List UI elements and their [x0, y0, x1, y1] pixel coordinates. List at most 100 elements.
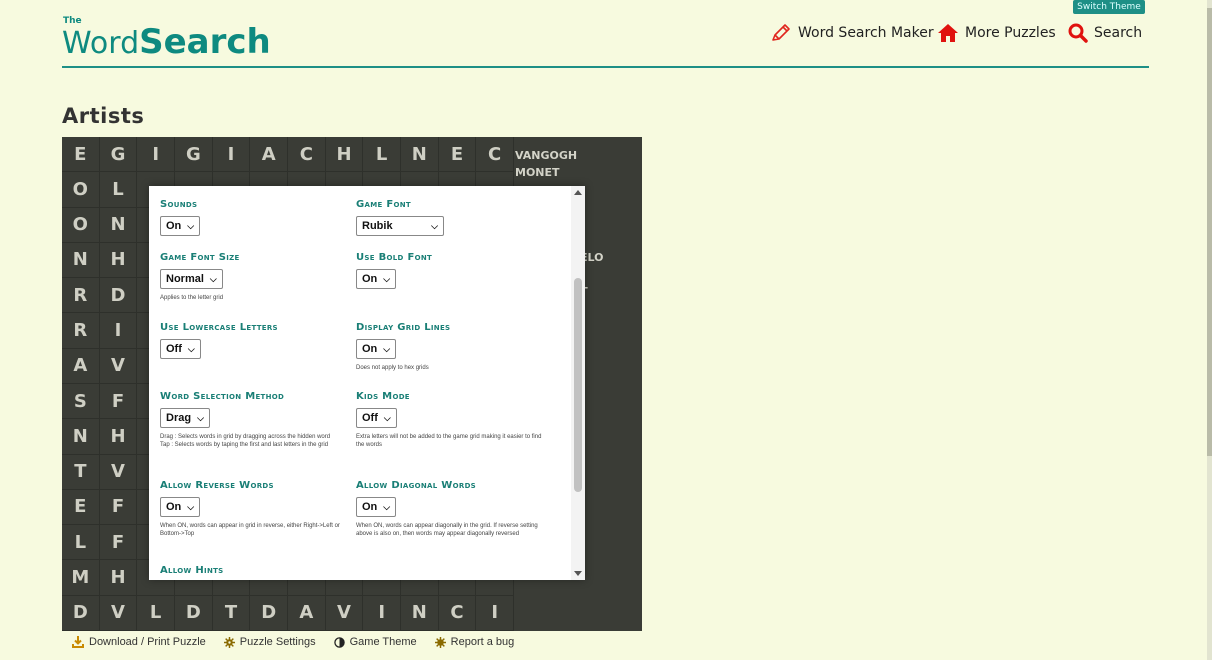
- grid-cell[interactable]: D: [62, 595, 100, 631]
- word-list-item: MONET: [515, 166, 560, 179]
- setting-bold-font: Use Bold Font On ⌵: [356, 252, 546, 289]
- grid-cell[interactable]: C: [288, 137, 326, 173]
- report-bug-link[interactable]: Report a bug: [434, 636, 514, 648]
- grid-cell[interactable]: T: [62, 454, 100, 490]
- grid-cell[interactable]: T: [212, 595, 251, 631]
- grid-cell[interactable]: A: [62, 348, 100, 384]
- game-theme-link[interactable]: Game Theme: [333, 636, 417, 648]
- nav-search[interactable]: Search: [1068, 23, 1142, 43]
- grid-cell[interactable]: N: [62, 419, 100, 455]
- reverse-words-select[interactable]: On ⌵: [160, 497, 201, 517]
- grid-cell[interactable]: L: [99, 172, 138, 208]
- grid-cell[interactable]: I: [99, 313, 138, 349]
- grid-cell[interactable]: R: [62, 278, 100, 314]
- grid-cell[interactable]: F: [99, 383, 138, 420]
- nav-word-search-maker[interactable]: Word Search Maker: [770, 23, 934, 43]
- grid-cell[interactable]: N: [99, 207, 138, 243]
- chevron-down-icon: ⌵: [209, 273, 217, 284]
- grid-lines-help: Does not apply to hex grids: [356, 365, 429, 371]
- grid-cell[interactable]: V: [99, 595, 138, 631]
- grid-cell[interactable]: E: [62, 137, 100, 173]
- scroll-up-arrow-icon[interactable]: [574, 190, 582, 195]
- modal-scrollbar[interactable]: [571, 186, 585, 580]
- grid-cell[interactable]: H: [99, 560, 138, 596]
- font-size-select[interactable]: Normal ⌵: [160, 269, 223, 289]
- grid-cell[interactable]: I: [212, 137, 251, 173]
- grid-cell[interactable]: N: [401, 595, 439, 631]
- page-scrollbar-thumb[interactable]: [1207, 8, 1212, 456]
- scroll-down-arrow-icon[interactable]: [574, 571, 582, 576]
- grid-cell[interactable]: D: [250, 595, 288, 631]
- grid-cell[interactable]: N: [401, 137, 439, 173]
- grid-cell[interactable]: L: [137, 595, 175, 631]
- pencil-icon: [772, 24, 790, 41]
- selection-method-select[interactable]: Drag ⌵: [160, 408, 210, 428]
- logo-search: Search: [139, 22, 271, 62]
- grid-cell[interactable]: C: [438, 595, 477, 631]
- grid-cell[interactable]: A: [288, 595, 326, 631]
- grid-lines-select[interactable]: On ⌵: [356, 339, 397, 359]
- setting-diagonal-words: Allow Diagonal Words On ⌵ When ON, words …: [356, 480, 546, 538]
- page-title: Artists: [62, 104, 145, 128]
- grid-cell[interactable]: L: [363, 137, 401, 173]
- grid-cell[interactable]: I: [137, 137, 175, 173]
- grid-cell[interactable]: O: [62, 207, 100, 243]
- lowercase-select[interactable]: Off ⌵: [160, 339, 201, 359]
- grid-cell[interactable]: H: [99, 242, 138, 279]
- selection-method-help: Drag : Selects words in grid by dragging…: [160, 434, 331, 448]
- nav-more-puzzles-label: More Puzzles: [965, 25, 1056, 41]
- puzzle-settings-link[interactable]: Puzzle Settings: [223, 636, 316, 648]
- grid-cell[interactable]: M: [62, 560, 100, 596]
- setting-reverse-words-label: Allow Reverse Words: [160, 480, 274, 491]
- grid-cell[interactable]: E: [62, 489, 100, 526]
- grid-cell[interactable]: N: [62, 242, 100, 279]
- setting-selection-method-label: Word Selection Method: [160, 391, 285, 402]
- grid-cell[interactable]: L: [62, 525, 100, 561]
- bold-font-select[interactable]: On ⌵: [356, 269, 397, 289]
- download-print-label: Download / Print Puzzle: [89, 636, 206, 648]
- nav-more-puzzles[interactable]: More Puzzles: [937, 23, 1056, 43]
- grid-cell[interactable]: V: [99, 454, 138, 490]
- bold-font-select-value: On: [362, 273, 378, 285]
- grid-cell[interactable]: A: [250, 137, 288, 173]
- grid-cell[interactable]: D: [175, 595, 213, 631]
- setting-hints-label: Allow Hints: [160, 565, 224, 576]
- kids-mode-select[interactable]: Off ⌵: [356, 408, 397, 428]
- grid-cell[interactable]: D: [99, 278, 138, 314]
- puzzle-footer: Download / Print Puzzle Puzzle Settings …: [72, 636, 514, 648]
- grid-cell[interactable]: F: [99, 525, 138, 561]
- grid-cell[interactable]: C: [476, 137, 514, 173]
- settings-modal: Sounds On ⌵ Game Font Rubik ⌵ Game Font Si…: [149, 186, 585, 580]
- setting-sounds-label: Sounds: [160, 199, 198, 210]
- grid-cell[interactable]: H: [99, 419, 138, 455]
- diagonal-words-select[interactable]: On ⌵: [356, 497, 397, 517]
- grid-cell[interactable]: I: [476, 595, 514, 631]
- grid-cell[interactable]: O: [62, 172, 100, 208]
- grid-cell[interactable]: S: [62, 383, 100, 420]
- switch-theme-button[interactable]: Switch Theme: [1073, 0, 1145, 14]
- setting-game-font: Game Font Rubik ⌵: [356, 199, 546, 236]
- grid-cell[interactable]: H: [325, 137, 364, 173]
- grid-cell[interactable]: R: [62, 313, 100, 349]
- setting-grid-lines-label: Display Grid Lines: [356, 322, 451, 333]
- grid-cell[interactable]: G: [99, 137, 138, 173]
- grid-cell[interactable]: I: [363, 595, 401, 631]
- download-print-link[interactable]: Download / Print Puzzle: [72, 636, 206, 648]
- page-scrollbar[interactable]: [1207, 0, 1212, 660]
- theme-toggle-icon: [333, 636, 345, 648]
- sounds-select[interactable]: On ⌵: [160, 216, 201, 236]
- setting-bold-font-label: Use Bold Font: [356, 252, 433, 263]
- grid-cell[interactable]: F: [99, 489, 138, 526]
- kids-mode-help: Extra letters will not be added to the g…: [356, 434, 542, 448]
- diagonal-words-help: When ON, words can appear diagonally in …: [356, 523, 538, 537]
- chevron-down-icon: ⌵: [383, 501, 391, 512]
- font-size-select-value: Normal: [166, 273, 204, 285]
- chevron-down-icon: ⌵: [187, 343, 195, 354]
- scrollbar-thumb[interactable]: [574, 278, 582, 492]
- grid-cell[interactable]: V: [325, 595, 364, 631]
- chevron-down-icon: ⌵: [197, 412, 204, 423]
- game-font-select[interactable]: Rubik ⌵: [356, 216, 444, 236]
- grid-cell[interactable]: E: [438, 137, 477, 173]
- grid-cell[interactable]: V: [99, 348, 138, 384]
- grid-cell[interactable]: G: [175, 137, 213, 173]
